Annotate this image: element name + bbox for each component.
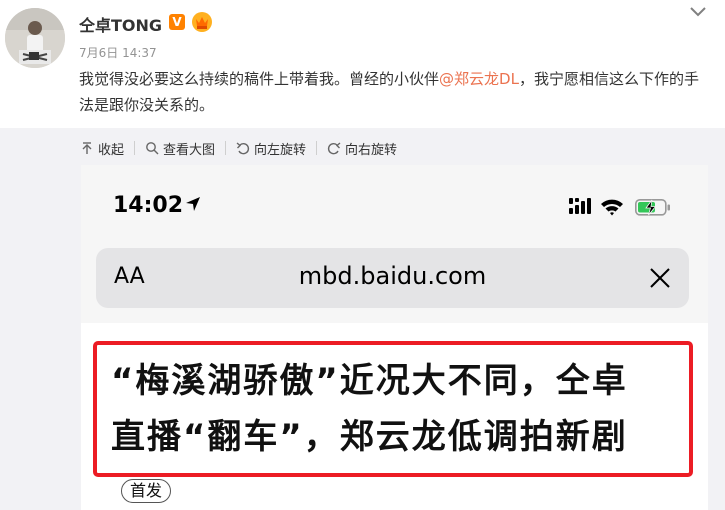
post-time[interactable]: 7月6日 14:37	[79, 44, 157, 61]
rotate-right-icon	[328, 142, 341, 155]
signal-icon	[569, 198, 591, 214]
view-large-label: 查看大图	[163, 142, 216, 158]
post-text: 我觉得没必要这么持续的稿件上带着我。曾经的小伙伴@郑云龙DL，我宁愿相信这么下作…	[79, 66, 709, 118]
collapse-up-icon	[82, 142, 92, 154]
collapse-button[interactable]: 收起	[80, 139, 124, 158]
rotate-left-label: 向左旋转	[254, 142, 307, 158]
address-bar[interactable]: AA mbd.baidu.com	[96, 248, 689, 308]
article-area: “梅溪湖骄傲”近况大不同，仝卓 直播“翻车”，郑云龙低调拍新剧 首发	[81, 323, 708, 510]
headline-line-1: “梅溪湖骄傲”近况大不同，仝卓	[111, 361, 628, 401]
search-icon	[146, 142, 159, 155]
first-pub-badge: 首发	[121, 479, 172, 503]
avatar[interactable]	[5, 8, 65, 68]
rotate-left-button[interactable]: 向左旋转	[236, 139, 306, 158]
rotate-right-label: 向右旋转	[345, 142, 398, 158]
status-time: 14:02	[113, 193, 184, 218]
headline-highlight-box: “梅溪湖骄傲”近况大不同，仝卓 直播“翻车”，郑云龙低调拍新剧	[93, 341, 693, 477]
location-arrow-icon	[186, 197, 200, 211]
post-text-before: 我觉得没必要这么持续的稿件上带着我。曾经的小伙伴	[79, 70, 440, 88]
close-icon[interactable]	[649, 267, 671, 289]
toolbar-divider	[225, 141, 227, 155]
member-badge-icon[interactable]	[191, 11, 213, 33]
mention-link[interactable]: @郑云龙DL	[439, 70, 519, 88]
url-text[interactable]: mbd.baidu.com	[96, 262, 689, 290]
collapse-label: 收起	[98, 142, 125, 158]
battery-charging-icon	[635, 198, 670, 216]
headline: “梅溪湖骄傲”近况大不同，仝卓 直播“翻车”，郑云龙低调拍新剧	[111, 353, 681, 465]
toolbar-divider	[316, 141, 318, 155]
media-toolbar: 收起 查看大图 向左旋转 向右旋转	[80, 136, 397, 160]
vip-badge-icon[interactable]: V	[169, 14, 185, 30]
status-icons	[569, 198, 670, 216]
phone-screenshot[interactable]: 14:02 AA mbd.baidu.com “梅溪湖骄傲”近况大不同，仝卓 直…	[81, 165, 708, 510]
avatar-image	[5, 8, 65, 68]
rotate-left-icon	[236, 142, 250, 155]
rotate-right-button[interactable]: 向右旋转	[327, 139, 397, 158]
toolbar-divider	[134, 141, 136, 155]
user-name[interactable]: 仝卓TONG	[79, 12, 162, 36]
wifi-icon	[601, 199, 623, 216]
headline-line-2: 直播“翻车”，郑云龙低调拍新剧	[111, 417, 628, 457]
chevron-down-icon[interactable]	[688, 4, 708, 20]
view-large-button[interactable]: 查看大图	[145, 139, 215, 158]
